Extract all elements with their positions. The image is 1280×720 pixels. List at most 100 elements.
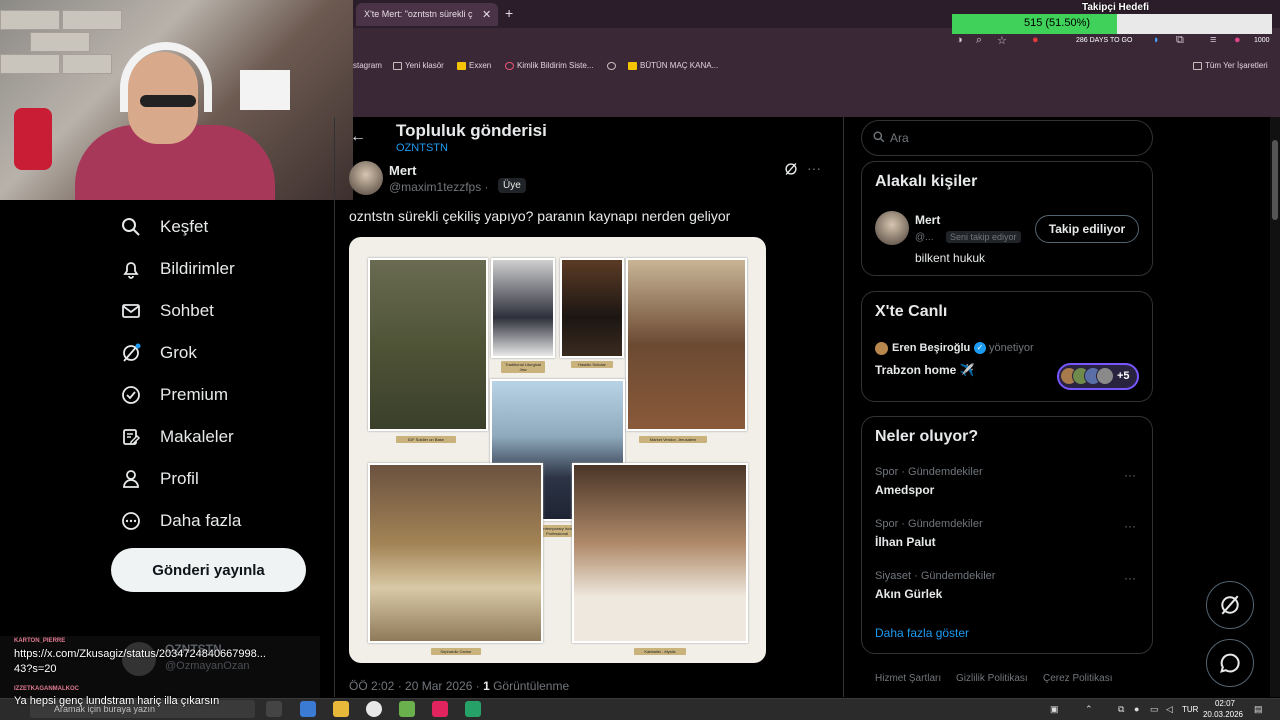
photo-soldier bbox=[368, 258, 488, 431]
profile-avatar-icon[interactable]: ● bbox=[1234, 34, 1241, 46]
clock-date[interactable]: 20.03.2026 bbox=[1200, 710, 1246, 719]
author-handle[interactable]: @maxim1tezzfps · bbox=[389, 180, 489, 194]
community-link[interactable]: OZNTSTN bbox=[396, 142, 448, 154]
task-view-icon[interactable] bbox=[266, 701, 282, 717]
mail-icon bbox=[120, 300, 142, 322]
image-caption: Traditional Liturgical Jew bbox=[501, 361, 545, 373]
app-icon[interactable] bbox=[399, 701, 415, 717]
star-icon[interactable]: ☆ bbox=[997, 34, 1007, 47]
trend-more-icon[interactable]: ··· bbox=[1124, 519, 1136, 533]
chat-message: Ya hepsi genç lundstram hariç illa çıkar… bbox=[14, 695, 220, 707]
nav-grok[interactable]: Grok bbox=[120, 338, 197, 368]
nav-more[interactable]: Daha fazla bbox=[120, 506, 241, 536]
menu-icon[interactable]: ≡ bbox=[1210, 34, 1216, 46]
listener-count: +5 bbox=[1117, 370, 1130, 382]
nav-explore[interactable]: Keşfet bbox=[120, 212, 208, 242]
bell-icon bbox=[120, 258, 142, 280]
article-icon bbox=[120, 426, 142, 448]
search-input[interactable]: Ara bbox=[861, 120, 1153, 156]
author-name[interactable]: Mert bbox=[389, 163, 416, 178]
post-image[interactable]: IDF Soldier on Base Traditional Liturgic… bbox=[349, 237, 766, 663]
trend-item[interactable]: Akın Gürlek bbox=[875, 587, 942, 601]
mic-icon[interactable]: ● bbox=[1134, 704, 1139, 714]
close-tab-icon[interactable]: ✕ bbox=[482, 8, 491, 21]
app-icon[interactable] bbox=[300, 701, 316, 717]
nav-chat[interactable]: Sohbet bbox=[120, 296, 214, 326]
bookmark-label: Tüm Yer İşaretleri bbox=[1205, 61, 1268, 70]
nav-profile[interactable]: Profil bbox=[120, 464, 199, 494]
trend-item[interactable]: Amedspor bbox=[875, 483, 934, 497]
grok-icon[interactable] bbox=[784, 162, 798, 179]
terms-link[interactable]: Hizmet Şartları bbox=[875, 673, 941, 684]
more-options-icon[interactable]: ··· bbox=[807, 160, 821, 176]
nav-label: Sohbet bbox=[160, 301, 214, 320]
trend-item[interactable]: İlhan Palut bbox=[875, 535, 936, 549]
nav-articles[interactable]: Makaleler bbox=[120, 422, 234, 452]
search-icon bbox=[120, 216, 142, 238]
live-title: X'te Canlı bbox=[875, 303, 948, 320]
trend-meta: Spor · Gündemdekiler bbox=[875, 466, 983, 478]
show-more-link[interactable]: Daha fazla göster bbox=[875, 626, 969, 640]
puzzle-icon[interactable]: ⧉ bbox=[1176, 34, 1184, 47]
follows-you-badge: Seni takip ediyor bbox=[946, 231, 1021, 243]
bookmark-item[interactable] bbox=[607, 61, 619, 70]
jp-icon bbox=[628, 61, 637, 70]
nav-notifications[interactable]: Bildirimler bbox=[120, 254, 235, 284]
chat-message: https://x.com/Zkusagiz/status/2034724840… bbox=[14, 648, 266, 660]
browser-tab[interactable]: X'te Mert: "ozntstn sürekli ç bbox=[356, 3, 498, 26]
nav-premium[interactable]: Premium bbox=[120, 380, 228, 410]
trend-more-icon[interactable]: ··· bbox=[1124, 468, 1136, 482]
tray-icon[interactable]: ▣ bbox=[1050, 704, 1059, 715]
zoom-icon[interactable]: ⌕ bbox=[976, 34, 982, 47]
privacy-link[interactable]: Gizlilik Politikası bbox=[956, 673, 1028, 684]
goal-value: 515 (51.50%) bbox=[1023, 17, 1091, 29]
live-topic[interactable]: Trabzon home ✈️ bbox=[875, 363, 975, 377]
cookie-link[interactable]: Çerez Politikası bbox=[1043, 673, 1112, 684]
image-caption: Sephardic Cantor bbox=[431, 648, 481, 655]
relevant-avatar[interactable] bbox=[875, 211, 909, 245]
listener-avatar bbox=[1096, 367, 1114, 385]
all-bookmarks[interactable]: Tüm Yer İşaretleri bbox=[1193, 61, 1268, 70]
author-avatar[interactable] bbox=[349, 161, 383, 195]
clock-time[interactable]: 02:07 bbox=[1208, 699, 1242, 708]
messages-fab-button[interactable] bbox=[1206, 639, 1254, 687]
countdown-badge[interactable]: 286 DAYS TO GO bbox=[1076, 37, 1132, 44]
bookmark-item[interactable]: Kimlik Bildirim Siste... bbox=[505, 61, 593, 70]
photo-kabbalist bbox=[572, 463, 748, 643]
scrollbar-thumb[interactable] bbox=[1272, 140, 1278, 220]
post-timestamp[interactable]: ÖÖ 2:02 · 20 Mar 2026 · bbox=[349, 679, 483, 693]
folder-icon[interactable] bbox=[333, 701, 349, 717]
post-button[interactable]: Gönderi yayınla bbox=[111, 548, 306, 592]
bookmark-item[interactable]: Yeni klasör bbox=[393, 61, 444, 70]
live-host[interactable]: Eren Beşiroğlu bbox=[892, 342, 970, 354]
network-icon[interactable]: ▭ bbox=[1150, 704, 1159, 715]
bookmark-item[interactable]: stagram bbox=[353, 61, 382, 70]
grok-fab-button[interactable] bbox=[1206, 581, 1254, 629]
tray-chevron-icon[interactable]: ⌃ bbox=[1085, 704, 1093, 715]
app-icon[interactable] bbox=[432, 701, 448, 717]
extension-icon[interactable]: ● bbox=[1032, 34, 1039, 46]
volume-icon[interactable]: ◁ bbox=[1166, 704, 1173, 715]
new-tab-button[interactable]: + bbox=[505, 5, 513, 21]
trend-more-icon[interactable]: ··· bbox=[1124, 571, 1136, 585]
bookmark-label: Exxen bbox=[469, 61, 492, 70]
relevant-handle[interactable]: @... bbox=[915, 232, 934, 243]
chrome-icon[interactable] bbox=[366, 701, 382, 717]
bookmark-item[interactable]: Exxen bbox=[457, 61, 491, 70]
chat-message: 43?s=20 bbox=[14, 663, 57, 675]
following-button[interactable]: Takip ediliyor bbox=[1035, 215, 1139, 243]
more-icon bbox=[120, 510, 142, 532]
profile-icon bbox=[120, 468, 142, 490]
app-icon[interactable] bbox=[465, 701, 481, 717]
translate-icon[interactable]: ◑ bbox=[956, 34, 963, 46]
mention-handle: @OzmayanOzan bbox=[165, 660, 250, 672]
bookmark-item[interactable]: BÜTÜN MAÇ KANA... bbox=[628, 61, 718, 70]
extension-icon[interactable]: ◗ bbox=[1153, 34, 1160, 46]
language-indicator[interactable]: TUR bbox=[1182, 705, 1198, 714]
notification-icon[interactable]: ▤ bbox=[1254, 704, 1263, 715]
views-label: Görüntülenme bbox=[489, 679, 570, 693]
back-arrow-icon[interactable]: ← bbox=[350, 128, 366, 146]
tray-icon[interactable]: ⧉ bbox=[1118, 704, 1124, 715]
trends-title: Neler oluyor? bbox=[875, 428, 979, 445]
relevant-name[interactable]: Mert bbox=[915, 213, 940, 227]
